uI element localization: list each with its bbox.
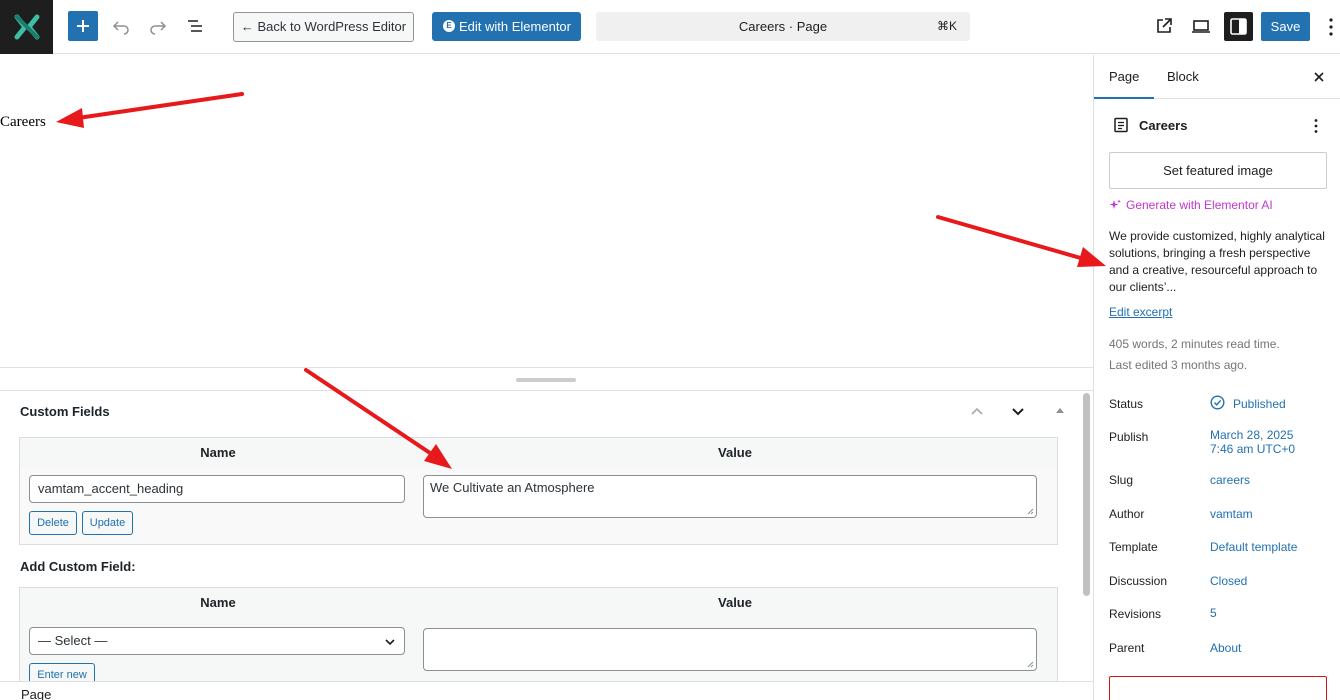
elementor-icon: E — [443, 20, 455, 32]
excerpt-text: We provide customized, highly analytical… — [1109, 229, 1325, 294]
tab-page[interactable]: Page — [1094, 55, 1155, 99]
author-value-button[interactable]: vamtam — [1210, 507, 1253, 521]
edit-excerpt-link[interactable]: Edit excerpt — [1109, 305, 1172, 319]
plus-icon — [77, 20, 89, 32]
publish-date-button[interactable]: March 28, 2025 7:46 am UTC+0 — [1210, 428, 1295, 456]
redo-button[interactable] — [145, 13, 171, 39]
move-down-icon[interactable] — [1010, 403, 1026, 419]
edit-with-elementor-button[interactable]: E Edit with Elementor — [432, 12, 581, 41]
generate-with-elementor-ai-link[interactable]: Generate with Elementor AI — [1109, 198, 1273, 212]
resize-grip-icon[interactable] — [1027, 661, 1034, 668]
status-label: Status — [1109, 397, 1144, 411]
undo-icon — [112, 21, 129, 35]
collapse-panel-icon[interactable] — [1053, 403, 1067, 419]
new-custom-field-value-textarea[interactable] — [423, 628, 1037, 671]
settings-toggle-button[interactable] — [1224, 12, 1253, 41]
template-value-button[interactable]: Default template — [1210, 540, 1297, 554]
meta-scrollbar[interactable] — [1082, 391, 1091, 681]
editor-footer: Page — [0, 681, 1093, 700]
publish-date: March 28, 2025 — [1210, 428, 1294, 442]
scrollbar-thumb[interactable] — [1083, 393, 1090, 596]
last-edited-stat: Last edited 3 months ago. — [1109, 358, 1248, 372]
custom-field-value-textarea[interactable]: We Cultivate an Atmosphere — [423, 475, 1037, 518]
move-to-trash-button[interactable] — [1109, 676, 1327, 700]
status-value-button[interactable]: Published — [1233, 397, 1286, 411]
x-logo-icon — [14, 14, 40, 40]
template-label: Template — [1109, 540, 1158, 554]
revisions-value-button[interactable]: 5 — [1210, 606, 1217, 620]
table-header: Name Value — [20, 588, 1057, 618]
document-overview-button[interactable] — [182, 13, 208, 39]
revisions-label: Revisions — [1109, 607, 1162, 621]
custom-field-value-text: We Cultivate an Atmosphere — [430, 480, 595, 495]
table-header: Name Value — [20, 438, 1057, 468]
meta-box-resize-handle[interactable] — [0, 367, 1093, 391]
parent-label: Parent — [1109, 641, 1145, 655]
meta-boxes-area: Custom Fields Name Value vamtam_accent_h… — [0, 391, 1093, 681]
list-view-icon — [188, 20, 202, 32]
column-header-name: Name — [200, 595, 236, 610]
published-check-icon — [1210, 395, 1225, 410]
add-custom-field-heading: Add Custom Field: — [20, 559, 136, 574]
custom-fields-table: Name Value vamtam_accent_heading We Cult… — [19, 437, 1058, 545]
desktop-icon — [1192, 20, 1210, 33]
options-kebab-icon[interactable] — [1324, 15, 1338, 39]
page-title[interactable]: Careers — [0, 114, 46, 131]
document-actions-kebab-icon[interactable] — [1313, 118, 1319, 134]
breadcrumb[interactable]: Page — [21, 687, 51, 700]
sidebar-document-title: Careers — [1139, 118, 1188, 133]
sidebar-tabs: Page Block — [1094, 55, 1340, 99]
table-row: vamtam_accent_heading We Cultivate an At… — [20, 468, 1057, 544]
page-document-icon — [1114, 117, 1128, 133]
custom-fields-heading[interactable]: Custom Fields — [20, 404, 110, 419]
resize-grip[interactable] — [516, 378, 576, 382]
sidebar-panel-icon — [1230, 18, 1247, 35]
ai-sparkle-icon — [1109, 199, 1121, 209]
tab-block[interactable]: Block — [1167, 55, 1199, 99]
publish-label: Publish — [1109, 430, 1149, 444]
publish-time: 7:46 am UTC+0 — [1210, 442, 1296, 456]
redo-icon — [150, 21, 167, 35]
word-count-stat: 405 words, 2 minutes read time. — [1109, 337, 1280, 351]
author-label: Author — [1109, 507, 1145, 521]
edit-with-elementor-label: Edit with Elementor — [459, 19, 571, 34]
custom-field-key-select[interactable]: — Select — — [29, 627, 405, 655]
discussion-value-button[interactable]: Closed — [1210, 574, 1247, 588]
add-block-button[interactable] — [68, 11, 98, 41]
shortcut-hint: ⌘K — [936, 19, 957, 33]
preview-button[interactable] — [1188, 13, 1214, 39]
move-up-icon[interactable] — [969, 403, 985, 419]
editor-canvas[interactable]: Careers — [0, 55, 1093, 367]
slug-value-button[interactable]: careers — [1210, 473, 1250, 487]
ai-link-label: Generate with Elementor AI — [1126, 198, 1273, 212]
command-palette-button[interactable]: Careers · Page ⌘K — [596, 12, 970, 41]
resize-grip-icon[interactable] — [1027, 508, 1034, 515]
column-header-value: Value — [718, 595, 752, 610]
chevron-down-icon — [385, 639, 395, 646]
column-header-value: Value — [718, 445, 752, 460]
slug-label: Slug — [1109, 473, 1134, 487]
document-title: Careers · Page — [738, 19, 828, 34]
set-featured-image-button[interactable]: Set featured image — [1109, 152, 1327, 189]
settings-sidebar: Page Block Careers Set featured image Ge… — [1093, 55, 1340, 700]
update-button[interactable]: Update — [82, 511, 133, 535]
site-logo[interactable] — [0, 0, 53, 54]
delete-button[interactable]: Delete — [29, 511, 77, 535]
discussion-label: Discussion — [1109, 574, 1168, 588]
parent-value-button[interactable]: About — [1210, 641, 1241, 655]
view-page-button[interactable] — [1151, 13, 1177, 39]
external-link-icon — [1157, 18, 1172, 33]
select-value: — Select — — [38, 633, 108, 648]
back-to-wordpress-editor-button[interactable]: ← Back to WordPress Editor — [233, 12, 414, 42]
custom-field-name-input[interactable]: vamtam_accent_heading — [29, 475, 405, 503]
column-header-name: Name — [200, 445, 236, 460]
editor-toolbar: ← Back to WordPress Editor E Edit with E… — [0, 0, 1340, 54]
close-icon[interactable] — [1312, 70, 1326, 84]
enter-new-button[interactable]: Enter new — [29, 663, 95, 681]
undo-button[interactable] — [108, 13, 134, 39]
save-button[interactable]: Save — [1261, 12, 1310, 41]
